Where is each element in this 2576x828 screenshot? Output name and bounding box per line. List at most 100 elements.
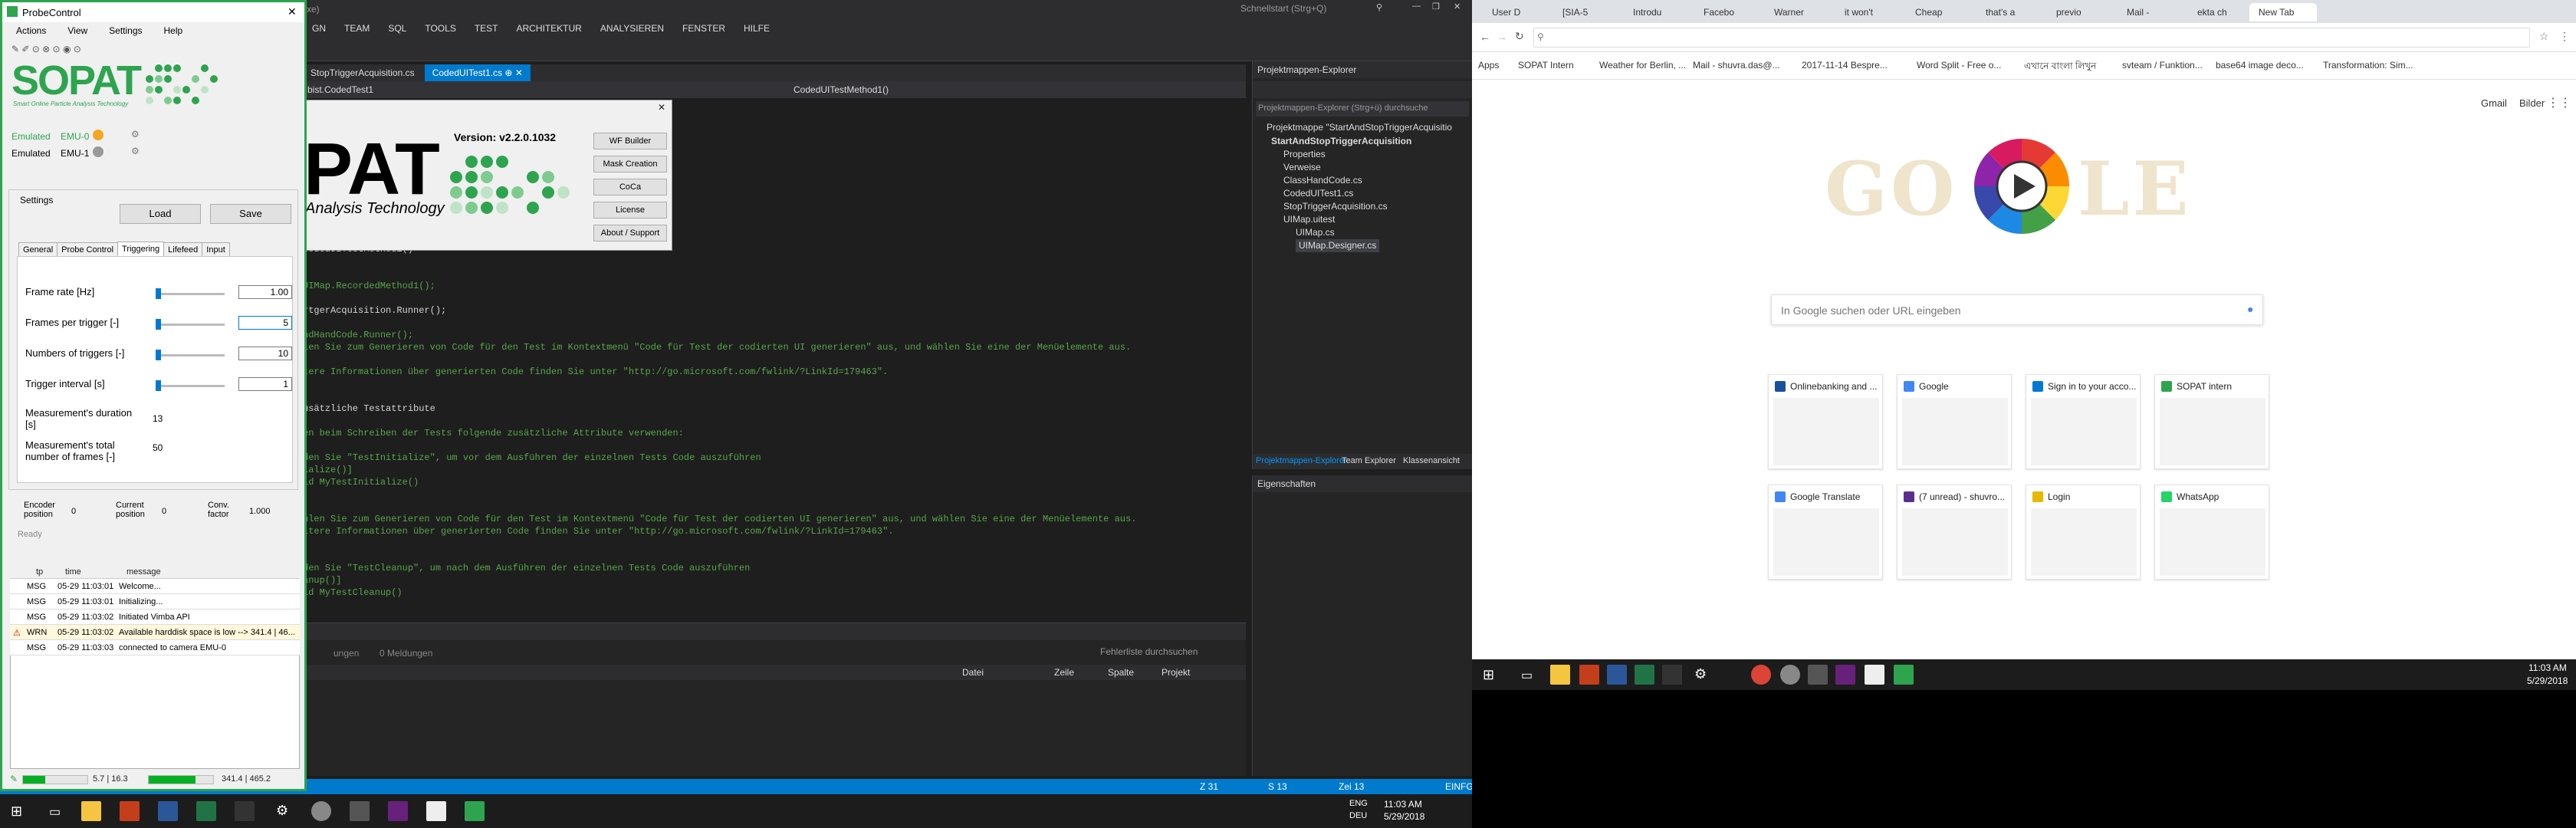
vs-menu-item[interactable]: GN xyxy=(303,17,335,34)
log-row[interactable]: MSG 05-29 11:03:03 connected to camera EMU… xyxy=(10,640,300,656)
notepad-icon[interactable] xyxy=(1865,665,1884,685)
col-message[interactable]: message xyxy=(127,567,161,577)
trigger-interval-input[interactable]: 1 xyxy=(238,377,292,391)
solution-root[interactable]: Projektmappe "StartAndStopTriggerAcquisi… xyxy=(1267,121,1452,134)
microphone-icon[interactable]: ● xyxy=(2247,303,2253,315)
emu-0-config-icon[interactable]: ⚙ xyxy=(131,129,140,140)
app-icon[interactable] xyxy=(1780,665,1800,685)
tree-item[interactable]: StartAndStopTriggerAcquisition xyxy=(1271,135,1411,148)
log-row[interactable]: MSG 05-29 11:03:01 Welcome... xyxy=(10,579,300,594)
wf-builder-button[interactable]: WF Builder xyxy=(593,133,667,150)
vs-menu-item[interactable]: ARCHITEKTUR xyxy=(508,17,591,34)
col-spalte[interactable]: Spalte xyxy=(1108,667,1134,678)
apps-grid-icon[interactable]: ⋮⋮ xyxy=(2547,95,2571,110)
bookmark-item[interactable]: SOPAT Intern xyxy=(1518,60,1574,71)
menu-view[interactable]: View xyxy=(54,22,95,36)
settings-gear-icon[interactable]: ⚙ xyxy=(276,803,288,819)
emu-0-row[interactable]: Emulated EMU-0 xyxy=(12,131,89,142)
tree-item[interactable]: Verweise xyxy=(1283,161,1321,174)
windows-start-icon[interactable]: ⊞ xyxy=(11,803,22,820)
excel-icon[interactable] xyxy=(196,801,216,821)
tab-close-icon[interactable]: ✕ xyxy=(515,67,523,78)
gmail-link[interactable]: Gmail xyxy=(2481,97,2507,109)
clock-time[interactable]: 11:03 AM xyxy=(1384,799,1422,810)
browser-tab[interactable]: that's a xyxy=(1967,3,2035,21)
file-explorer-icon[interactable] xyxy=(1550,665,1570,685)
mask-creation-button[interactable]: Mask Creation xyxy=(593,156,667,172)
vs-menu-item[interactable]: HILFE xyxy=(734,17,779,34)
close-icon[interactable]: ✕ xyxy=(288,5,297,18)
log-row[interactable]: MSG 05-29 11:03:01 Initializing... xyxy=(10,594,300,610)
tab-solution-explorer[interactable]: Projektmappen-Explorer xyxy=(1256,456,1347,465)
col-tp[interactable]: tp xyxy=(36,567,43,577)
vs-menu-item[interactable]: SQL xyxy=(379,17,416,34)
terminal-icon[interactable] xyxy=(1662,665,1682,685)
file-explorer-icon[interactable] xyxy=(81,801,101,821)
tab-team-explorer[interactable]: Team Explorer xyxy=(1342,456,1396,465)
number-of-triggers-input[interactable]: 10 xyxy=(238,347,292,360)
most-visited-tile[interactable]: Onlinebanking and ... xyxy=(1768,374,1883,469)
visual-studio-icon[interactable] xyxy=(388,801,408,821)
calculator-icon[interactable] xyxy=(350,801,370,821)
tree-item[interactable]: UIMap.uitest xyxy=(1283,213,1335,226)
sopat-taskbar-icon[interactable] xyxy=(465,801,485,821)
menu-help[interactable]: Help xyxy=(150,22,191,36)
tab-codeduitest[interactable]: CodedUITest1.cs ⊕ ✕ xyxy=(424,64,531,81)
google-search-box[interactable]: In Google suchen oder URL eingeben ● xyxy=(1771,294,2263,325)
browser-tab[interactable]: Facebo xyxy=(1685,3,1753,21)
powerpoint-icon[interactable] xyxy=(1579,665,1599,685)
menu-settings[interactable]: Settings xyxy=(95,22,150,36)
number-of-triggers-slider[interactable] xyxy=(156,350,161,360)
clock-time[interactable]: 11:03 AM xyxy=(2528,662,2567,673)
quick-launch-input[interactable]: Schnellstart (Strg+Q) xyxy=(1240,3,1326,14)
frames-per-trigger-input[interactable]: 5 xyxy=(238,316,292,330)
browser-tab[interactable]: Mail - xyxy=(2108,3,2176,21)
bookmark-item[interactable]: Weather for Berlin, ... xyxy=(1599,60,1686,71)
visual-studio-icon[interactable] xyxy=(1835,665,1855,685)
bookmark-item[interactable]: Transformation: Sim... xyxy=(2323,60,2413,71)
tree-item[interactable]: StopTriggerAcquisition.cs xyxy=(1283,200,1388,213)
browser-tab[interactable]: it won't xyxy=(1826,3,1894,21)
browser-tab[interactable]: Warner xyxy=(1756,3,1823,21)
emu-1-row[interactable]: Emulated EMU-1 xyxy=(12,148,89,159)
minimize-icon[interactable]: — xyxy=(1412,2,1421,11)
tab-lifefeed[interactable]: Lifefeed xyxy=(163,242,203,257)
about-support-button[interactable]: About / Support xyxy=(593,225,667,242)
emu-1-config-icon[interactable]: ⚙ xyxy=(131,146,140,156)
col-projekt[interactable]: Projekt xyxy=(1162,667,1190,678)
vs-menu-item[interactable]: TOOLS xyxy=(416,17,465,34)
images-link[interactable]: Bilder xyxy=(2519,97,2545,109)
search-icon[interactable]: ⚲ xyxy=(1376,2,1382,12)
terminal-icon[interactable] xyxy=(235,801,255,821)
nav-class-dropdown[interactable]: bist.CodedTest1 xyxy=(307,84,373,95)
chrome-icon[interactable] xyxy=(1751,665,1771,685)
most-visited-tile[interactable]: (7 unread) - shuvro... xyxy=(1897,485,2012,580)
browser-tab[interactable]: previo xyxy=(2038,3,2105,21)
task-view-icon[interactable]: ▭ xyxy=(1521,668,1533,683)
messages-filter[interactable]: 0 Meldungen xyxy=(380,648,432,659)
most-visited-tile[interactable]: Google xyxy=(1897,374,2012,469)
tree-item[interactable]: Properties xyxy=(1283,148,1326,161)
most-visited-tile[interactable]: WhatsApp xyxy=(2154,485,2269,580)
browser-tab[interactable]: [SIA-5 xyxy=(1544,3,1612,21)
warnings-filter[interactable]: ungen xyxy=(334,648,359,659)
powerpoint-icon[interactable] xyxy=(120,801,140,821)
load-button[interactable]: Load xyxy=(120,204,201,224)
task-view-icon[interactable]: ▭ xyxy=(49,804,61,820)
most-visited-tile[interactable]: SOPAT intern xyxy=(2154,374,2269,469)
frames-per-trigger-slider[interactable] xyxy=(156,319,161,330)
browser-tab[interactable]: Cheap xyxy=(1897,3,1964,21)
log-row[interactable]: ⚠ WRN 05-29 11:03:02 Available harddisk spa… xyxy=(10,625,300,640)
windows-start-icon[interactable]: ⊞ xyxy=(1483,667,1494,683)
tree-item[interactable]: ClassHandCode.cs xyxy=(1283,174,1362,187)
chrome-menu-icon[interactable]: ⋮ xyxy=(2559,30,2570,43)
bookmark-item[interactable]: Apps xyxy=(1478,60,1499,71)
language-indicator[interactable]: ENG xyxy=(1349,799,1368,808)
tab-class-view[interactable]: Klassenansicht xyxy=(1403,456,1460,465)
pin-icon[interactable]: ⊕ xyxy=(504,67,512,78)
vs-menu-item[interactable]: ANALYSIEREN xyxy=(591,17,673,34)
excel-icon[interactable] xyxy=(1635,665,1654,685)
browser-tab[interactable]: Introdu xyxy=(1615,3,1682,21)
bookmark-star-icon[interactable]: ☆ xyxy=(2539,30,2549,43)
most-visited-tile[interactable]: Sign in to your acco... xyxy=(2026,374,2141,469)
